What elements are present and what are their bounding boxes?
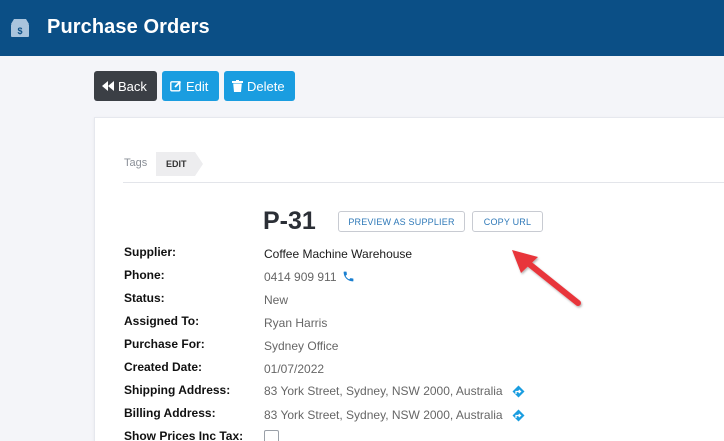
shipping-address-label: Shipping Address: — [124, 383, 231, 397]
tag-edit[interactable]: EDIT — [156, 152, 203, 176]
created-date-value: 01/07/2022 — [264, 362, 325, 376]
edit-button[interactable]: Edit — [162, 71, 219, 101]
purchase-for-label: Purchase For: — [124, 337, 205, 351]
delete-button-label: Delete — [247, 78, 285, 94]
order-number: P-31 — [263, 207, 316, 235]
shipping-address-value: 83 York Street, Sydney, NSW 2000, Austra… — [264, 384, 503, 398]
delete-button[interactable]: Delete — [224, 71, 295, 101]
show-prices-inc-tax-label: Show Prices Inc Tax: — [124, 429, 244, 441]
rewind-icon — [102, 81, 114, 91]
directions-icon[interactable] — [512, 409, 525, 423]
supplier-label: Supplier: — [124, 245, 177, 259]
assigned-to-value: Ryan Harris — [264, 316, 328, 330]
directions-icon[interactable] — [512, 385, 525, 399]
svg-text:$: $ — [17, 26, 22, 36]
divider — [123, 182, 724, 183]
assigned-to-label: Assigned To: — [124, 314, 200, 328]
status-value: New — [264, 293, 289, 307]
copy-url-button[interactable]: COPY URL — [472, 211, 543, 232]
phone-value: 0414 909 911 — [264, 270, 337, 284]
phone-label: Phone: — [124, 268, 165, 282]
status-label: Status: — [124, 291, 165, 305]
money-box-icon: $ — [11, 19, 29, 37]
billing-address-value: 83 York Street, Sydney, NSW 2000, Austra… — [264, 408, 503, 422]
supplier-value: Coffee Machine Warehouse — [264, 247, 413, 261]
show-prices-inc-tax-checkbox[interactable] — [264, 430, 279, 441]
back-button-label: Back — [118, 78, 147, 94]
preview-as-supplier-button[interactable]: PREVIEW AS SUPPLIER — [338, 211, 465, 232]
billing-address-label: Billing Address: — [124, 406, 216, 420]
edit-button-label: Edit — [186, 78, 209, 94]
page-title: Purchase Orders — [47, 16, 210, 38]
trash-icon — [232, 80, 243, 92]
tags-label: Tags — [124, 157, 148, 169]
created-date-label: Created Date: — [124, 360, 203, 374]
edit-icon — [170, 80, 182, 92]
phone-icon[interactable] — [342, 270, 355, 283]
purchase-for-value: Sydney Office — [264, 339, 339, 353]
app-header: $ Purchase Orders — [0, 0, 724, 56]
back-button[interactable]: Back — [94, 71, 157, 101]
